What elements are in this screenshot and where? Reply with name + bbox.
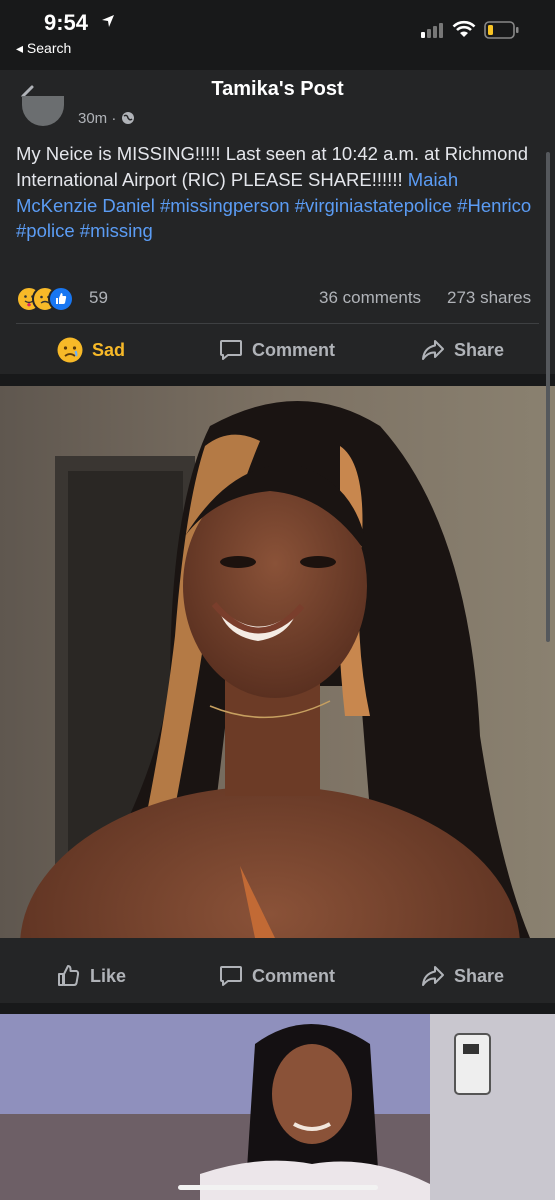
shares-count[interactable]: 273 shares [447,288,531,308]
comment-bubble-icon [220,340,242,360]
comment-bubble-icon [220,966,242,986]
globe-icon [121,112,134,124]
hashtag-link[interactable]: #virginiastatepolice [295,195,452,216]
timestamp-text: 30m · [78,110,117,127]
wifi-icon [452,20,476,37]
comment-label: Comment [252,965,336,986]
share-button[interactable]: Share [420,334,504,366]
comment-button[interactable]: Comment [218,334,335,366]
post-timestamp: 30m · [78,110,135,127]
battery-low-icon [484,21,519,39]
home-indicator[interactable] [178,1185,378,1190]
back-to-search-link[interactable]: ◂ Search [16,40,71,57]
top-nav-header: Tamika's Post [0,70,555,114]
hashtag-link[interactable]: #missing [80,220,153,241]
reaction-count[interactable]: 59 [89,288,108,308]
cellular-signal-icon [421,23,443,38]
comments-count[interactable]: 36 comments [319,288,421,308]
sad-reaction-button[interactable]: Sad [56,334,125,366]
like-button[interactable]: Like [56,960,126,992]
hashtag-link[interactable]: #missingperson [160,195,290,216]
reaction-icons[interactable] [16,286,86,312]
location-arrow-icon [102,15,114,27]
divider [16,323,539,324]
status-bar: 9:54 ◂ Search [0,0,555,70]
thumbs-up-icon [58,965,80,986]
photo-comment-button[interactable]: Comment [218,960,335,992]
like-reaction-icon [48,286,74,312]
sad-face-icon [57,337,83,363]
share-arrow-icon [422,966,444,986]
comment-label: Comment [252,339,336,360]
photo-share-button[interactable]: Share [420,960,504,992]
post-photo-second[interactable] [0,1014,555,1200]
share-arrow-icon [422,340,444,360]
hashtag-link[interactable]: #police [16,220,75,241]
share-label: Share [454,965,505,986]
sad-label: Sad [92,339,126,360]
page-title: Tamika's Post [211,78,344,100]
like-label: Like [90,965,127,986]
clock: 9:54 [44,10,89,35]
share-label: Share [454,339,505,360]
post-photo[interactable] [0,386,555,938]
scrollbar[interactable] [546,152,550,642]
hashtag-link[interactable]: #Henrico [457,195,531,216]
post-body: My Neice is MISSING!!!!! Last seen at 10… [16,141,541,244]
